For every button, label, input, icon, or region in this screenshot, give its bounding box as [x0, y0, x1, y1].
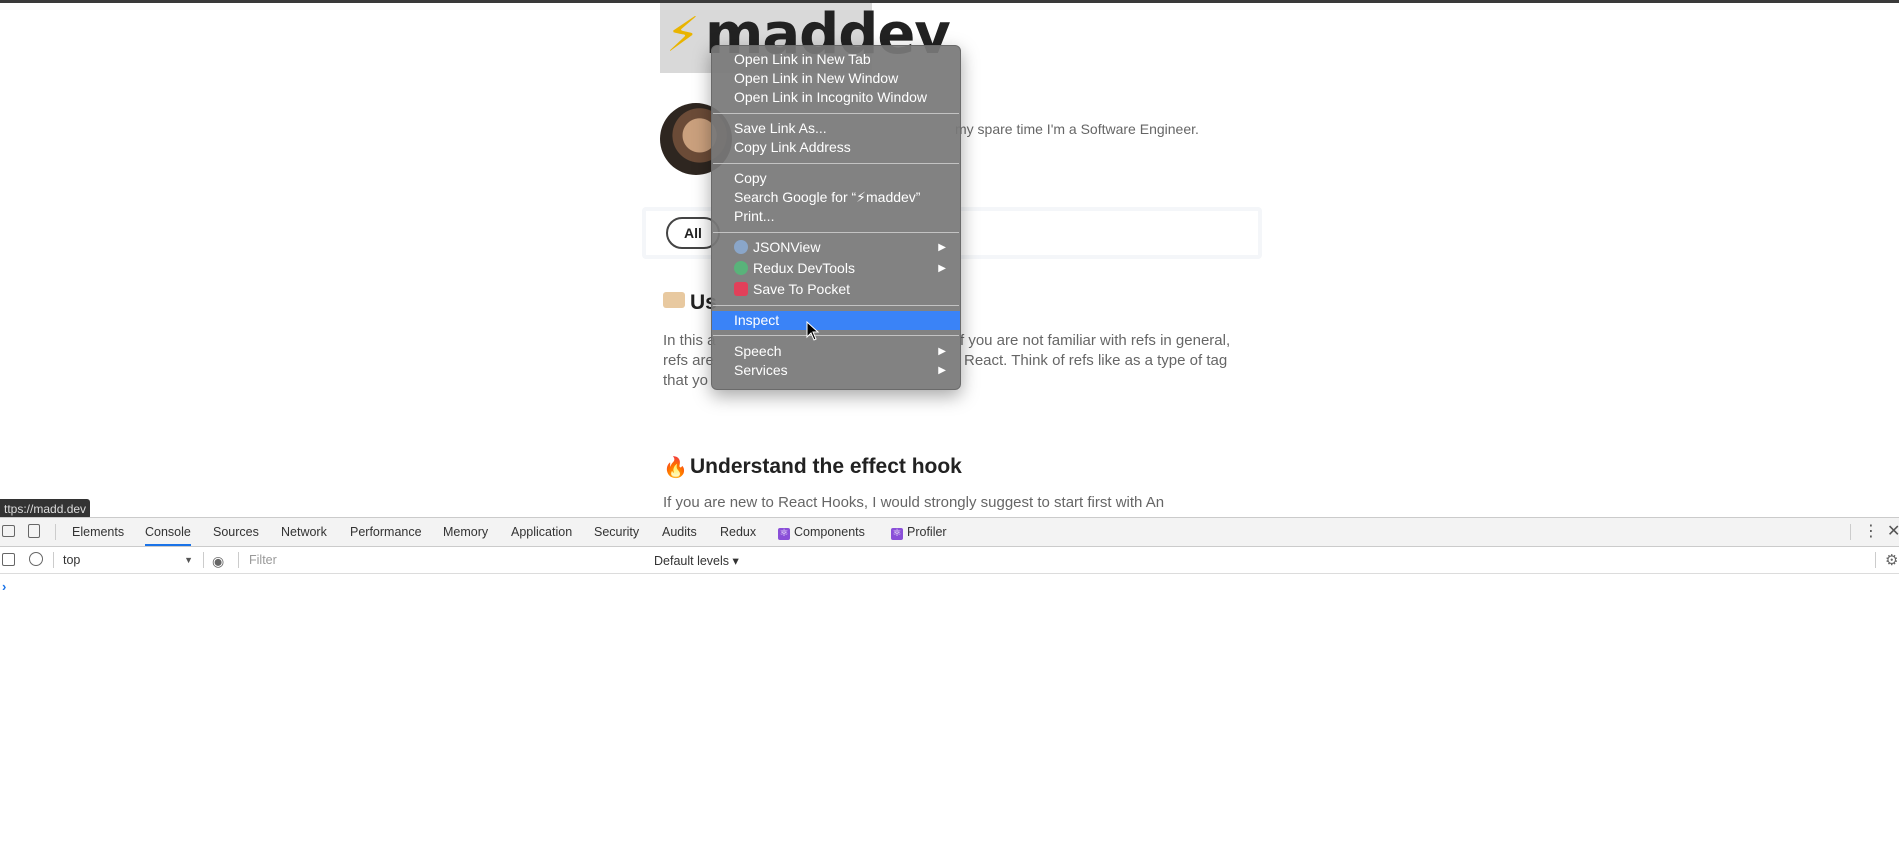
filter-input[interactable]: Filter: [249, 553, 277, 567]
menu-item-label: Services: [734, 362, 788, 378]
menu-item-services[interactable]: Services ▶: [712, 361, 960, 380]
tab-network[interactable]: Network: [281, 518, 327, 546]
tab-elements[interactable]: Elements: [72, 518, 124, 546]
tab-performance[interactable]: Performance: [350, 518, 422, 546]
console-toolbar: top ▼ ◉ Filter Default levels ▾ ⚙: [0, 547, 1899, 574]
submenu-arrow-icon: ▶: [938, 242, 946, 253]
menu-separator: [713, 335, 959, 336]
redux-icon: [734, 261, 748, 275]
devtools-tab-bar: Elements Console Sources Network Perform…: [0, 518, 1899, 547]
menu-item-copy-link-address[interactable]: Copy Link Address: [712, 138, 960, 157]
excerpt-line: f you are not familiar with refs in gene…: [960, 332, 1231, 349]
excerpt-line: In this a: [663, 332, 716, 349]
console-prompt[interactable]: ›: [2, 579, 6, 594]
device-toolbar-icon[interactable]: [28, 524, 40, 538]
toolbar-divider: [203, 552, 204, 568]
toolbar-divider: [1875, 552, 1876, 568]
menu-item-speech[interactable]: Speech ▶: [712, 342, 960, 361]
menu-item-open-incognito[interactable]: Open Link in Incognito Window: [712, 88, 960, 107]
lightning-icon: ⚡: [666, 7, 700, 63]
menu-item-label: Speech: [734, 343, 782, 359]
menu-separator: [713, 113, 959, 114]
tab-label: Components: [794, 525, 865, 539]
log-levels-dropdown[interactable]: Default levels ▾: [654, 553, 739, 568]
menu-item-jsonview[interactable]: JSONView ▶: [712, 238, 960, 257]
excerpt-line: refs are: [663, 352, 714, 369]
tab-label: Profiler: [907, 525, 947, 539]
toolbar-divider: [55, 524, 56, 540]
pocket-icon: [734, 282, 748, 296]
tab-redux[interactable]: Redux: [720, 518, 756, 546]
more-options-icon[interactable]: ⋮: [1863, 518, 1879, 546]
tab-components[interactable]: ⚛ Components: [778, 518, 865, 546]
toolbar-divider: [1850, 524, 1851, 540]
inspect-element-icon[interactable]: [2, 525, 15, 537]
menu-separator: [713, 232, 959, 233]
toolbar-divider: [238, 552, 239, 568]
menu-item-label: JSONView: [753, 239, 821, 255]
menu-item-label: Save To Pocket: [753, 281, 851, 297]
menu-item-copy[interactable]: Copy: [712, 169, 960, 188]
mouse-cursor-icon: [806, 321, 820, 341]
gear-icon[interactable]: ⚙: [1885, 551, 1898, 569]
close-icon[interactable]: ✕: [1887, 518, 1899, 546]
bio-text: my spare time I'm a Software Engineer.: [955, 121, 1199, 137]
context-menu: Open Link in New Tab Open Link in New Wi…: [711, 45, 961, 390]
chevron-down-icon: ▼: [184, 555, 193, 565]
fire-icon: 🔥: [663, 455, 688, 479]
tab-memory[interactable]: Memory: [443, 518, 488, 546]
submenu-arrow-icon: ▶: [938, 346, 946, 357]
tab-profiler[interactable]: ⚛ Profiler: [891, 518, 947, 546]
excerpt-line: that yo: [663, 372, 709, 389]
menu-item-open-new-tab[interactable]: Open Link in New Tab: [712, 50, 960, 69]
menu-separator: [713, 163, 959, 164]
clear-console-icon[interactable]: [29, 552, 43, 566]
tab-application[interactable]: Application: [511, 518, 572, 546]
submenu-arrow-icon: ▶: [938, 365, 946, 376]
tab-audits[interactable]: Audits: [662, 518, 697, 546]
tag-icon: [663, 292, 685, 308]
eye-icon[interactable]: ◉: [212, 553, 224, 570]
context-select[interactable]: top ▼: [63, 553, 193, 568]
tab-console[interactable]: Console: [145, 518, 191, 546]
status-url-tooltip: ttps://madd.dev: [0, 499, 91, 517]
sidebar-toggle-icon[interactable]: [2, 553, 15, 566]
jsonview-icon: [734, 240, 748, 254]
menu-item-save-to-pocket[interactable]: Save To Pocket: [712, 280, 960, 299]
react-icon: ⚛: [778, 528, 790, 540]
menu-separator: [713, 305, 959, 306]
menu-item-save-link-as[interactable]: Save Link As...: [712, 119, 960, 138]
article-excerpt: If you are new to React Hooks, I would s…: [663, 494, 1165, 511]
menu-item-search-google[interactable]: Search Google for “⚡maddev”: [712, 188, 960, 207]
context-value: top: [63, 553, 81, 567]
react-icon: ⚛: [891, 528, 903, 540]
tab-security[interactable]: Security: [594, 518, 639, 546]
toolbar-divider: [53, 552, 54, 568]
tab-sources[interactable]: Sources: [213, 518, 259, 546]
menu-item-inspect[interactable]: Inspect: [712, 311, 960, 330]
menu-item-print[interactable]: Print...: [712, 207, 960, 226]
menu-item-label: Redux DevTools: [753, 260, 855, 276]
article-title[interactable]: Understand the effect hook: [690, 455, 962, 479]
menu-item-open-new-window[interactable]: Open Link in New Window: [712, 69, 960, 88]
menu-item-redux-devtools[interactable]: Redux DevTools ▶: [712, 259, 960, 278]
excerpt-line: React. Think of refs like as a type of t…: [964, 352, 1228, 369]
submenu-arrow-icon: ▶: [938, 263, 946, 274]
devtools-panel: Elements Console Sources Network Perform…: [0, 517, 1899, 863]
